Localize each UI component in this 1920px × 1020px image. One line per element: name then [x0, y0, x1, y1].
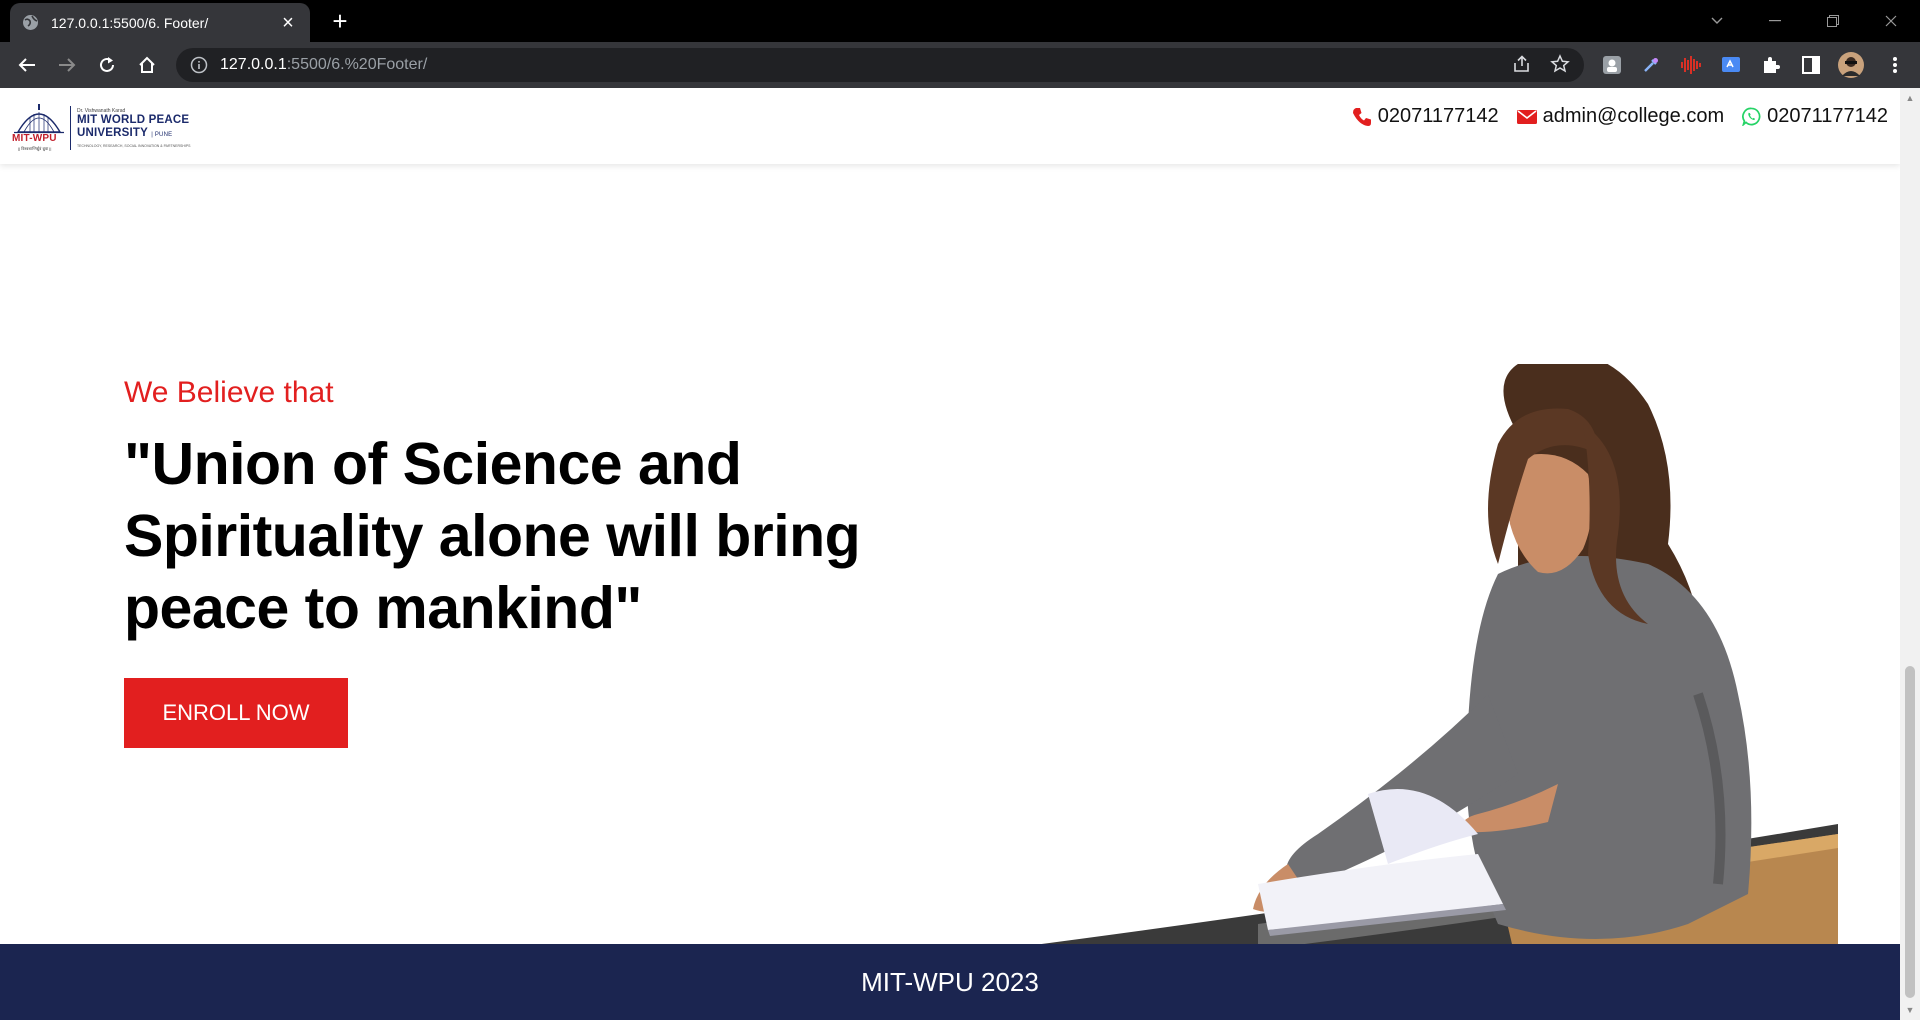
share-icon[interactable] [1512, 54, 1532, 79]
footer-copyright: MIT-WPU 2023 [861, 966, 1039, 997]
student-reading-image [962, 364, 1838, 970]
restore-button[interactable] [1804, 0, 1862, 42]
bookmark-star-icon[interactable] [1550, 54, 1570, 79]
browser-tab-strip: 127.0.0.1:5500/6. Footer/ × + [0, 0, 1920, 42]
logo-divider [70, 106, 71, 150]
address-bar[interactable]: 127.0.0.1:5500/6.%20Footer/ [176, 48, 1584, 82]
tab-title: 127.0.0.1:5500/6. Footer/ [51, 14, 209, 31]
logo-wordmark: Dr. Vishwanath Karad MIT WORLD PEACE UNI… [77, 108, 191, 148]
phone-contact[interactable]: 02071177142 [1352, 105, 1499, 128]
translate-icon[interactable] [1720, 54, 1742, 76]
hero-headline: "Union of Science and Spirituality alone… [124, 431, 861, 641]
logo-name-suffix: | PUNE [151, 132, 173, 138]
back-arrow-icon[interactable] [13, 51, 41, 79]
side-panel-icon[interactable] [1800, 54, 1822, 76]
site-footer: MIT-WPU 2023 [0, 944, 1900, 1020]
contact-bar: 02071177142 admin@college.com 0207117714… [1352, 105, 1888, 128]
email-address: admin@college.com [1542, 105, 1725, 127]
url-text: 127.0.0.1:5500/6.%20Footer/ [220, 56, 427, 74]
logo-name-line2-wrap: UNIVERSITY | PUNE [77, 127, 191, 142]
logo-name-line1: MIT WORLD PEACE [77, 114, 190, 126]
home-icon[interactable] [133, 51, 161, 79]
page-scrollbar[interactable]: ▲ ▼ [1900, 88, 1920, 1020]
enroll-now-button[interactable]: ENROLL NOW [124, 678, 348, 748]
logo-mark-tagline: || विश्वशान्तिर्ध्रुवं ध्रुवा || [18, 146, 52, 151]
close-window-button[interactable] [1862, 0, 1920, 42]
hero-eyebrow: We Believe that [124, 376, 334, 409]
dome-icon [14, 104, 64, 134]
whatsapp-contact[interactable]: 02071177142 [1742, 105, 1888, 128]
scroll-down-icon[interactable]: ▼ [1904, 1004, 1916, 1016]
scroll-up-icon[interactable]: ▲ [1904, 92, 1916, 104]
forward-arrow-icon[interactable] [53, 51, 81, 79]
browser-toolbar: 127.0.0.1:5500/6.%20Footer/ [0, 42, 1920, 88]
scrollbar-thumb[interactable] [1905, 666, 1915, 998]
phone-number: 02071177142 [1377, 105, 1499, 127]
color-picker-icon[interactable] [1640, 54, 1662, 76]
web-page: MIT-WPU || विश्वशान्तिर्ध्रुवं ध्रुवा ||… [0, 88, 1900, 1020]
browser-menu-icon[interactable] [1884, 54, 1906, 76]
url-host: 127.0.0.1 [220, 56, 287, 73]
minimize-button[interactable] [1746, 0, 1804, 42]
logo-emblem: MIT-WPU || विश्वशान्तिर्ध्रुवं ध्रुवा || [12, 102, 66, 154]
extension-puzzle-app-icon[interactable] [1601, 54, 1623, 76]
browser-tab[interactable]: 127.0.0.1:5500/6. Footer/ × [10, 3, 310, 42]
site-header: MIT-WPU || विश्वशान्तिर्ध्रुवं ध्रुवा ||… [0, 88, 1900, 164]
site-info-icon[interactable] [190, 56, 208, 74]
close-tab-icon[interactable]: × [278, 13, 298, 33]
audio-wave-icon[interactable] [1680, 54, 1702, 76]
url-path: :5500/6.%20Footer/ [286, 56, 428, 73]
phone-icon [1352, 107, 1371, 126]
extensions-puzzle-icon[interactable] [1760, 54, 1782, 76]
logo-name-line2: UNIVERSITY [77, 127, 148, 139]
globe-icon [22, 14, 39, 31]
mit-wpu-logo[interactable]: MIT-WPU || विश्वशान्तिर्ध्रुवं ध्रुवा ||… [12, 102, 191, 154]
logo-tagline: TECHNOLOGY, RESEARCH, SOCIAL INNOVATION … [77, 144, 191, 148]
new-tab-button[interactable]: + [326, 8, 354, 36]
email-contact[interactable]: admin@college.com [1516, 105, 1725, 128]
whatsapp-icon [1742, 107, 1761, 126]
whatsapp-number: 02071177142 [1767, 105, 1888, 127]
tab-search-icon[interactable] [1688, 0, 1746, 42]
hero-section: We Believe that "Union of Science and Sp… [0, 164, 1900, 970]
reload-icon[interactable] [93, 51, 121, 79]
envelope-icon [1516, 109, 1537, 124]
logo-mark-text: MIT-WPU [12, 133, 57, 144]
profile-avatar[interactable] [1838, 52, 1864, 78]
